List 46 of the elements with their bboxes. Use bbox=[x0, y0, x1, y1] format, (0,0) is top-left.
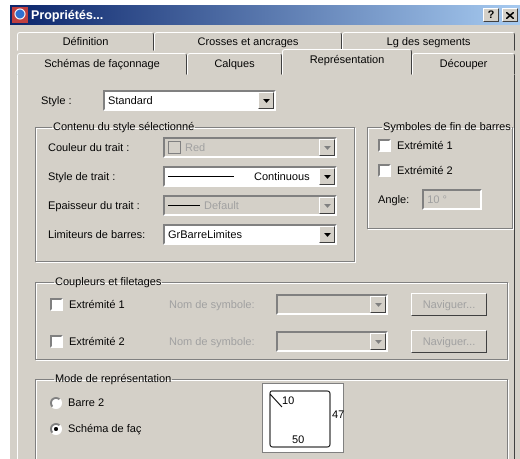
combo-value: Standard bbox=[108, 94, 153, 106]
tab[interactable]: Crosses et ancrages bbox=[154, 32, 342, 51]
hook-length-label: 10 bbox=[282, 395, 294, 407]
line-sample-icon bbox=[168, 204, 200, 207]
checkbox-label: Extrémité 1 bbox=[69, 298, 126, 310]
field-label: Couleur du trait : bbox=[48, 142, 130, 154]
window-title: Propriétés... bbox=[31, 8, 104, 22]
radio-button[interactable] bbox=[50, 423, 62, 435]
bottom-length-label: 50 bbox=[292, 434, 304, 446]
tab[interactable]: Représentation bbox=[282, 49, 412, 75]
angle-label: Angle: bbox=[378, 194, 410, 206]
checkbox-label: Extrémité 2 bbox=[397, 164, 453, 176]
tab[interactable]: Schémas de façonnage bbox=[17, 53, 187, 75]
close-icon[interactable] bbox=[502, 8, 518, 22]
radio-button[interactable] bbox=[50, 397, 62, 409]
style-label: Style : bbox=[40, 94, 73, 106]
dropdown[interactable]: Continuous bbox=[163, 166, 337, 187]
side-length-label: 47 bbox=[332, 409, 344, 421]
checkbox-label: Extrémité 2 bbox=[69, 336, 126, 348]
dropdown[interactable]: GrBarreLimites bbox=[163, 224, 337, 245]
help-button[interactable]: ? bbox=[483, 8, 499, 22]
group-title: Contenu du style sélectionné bbox=[52, 121, 196, 133]
field-label: Epaisseur du trait : bbox=[48, 200, 141, 212]
tab[interactable]: Lg des segments bbox=[342, 32, 515, 51]
field-label: Limiteurs de barres: bbox=[48, 228, 146, 240]
field-label: Style de trait : bbox=[48, 170, 116, 182]
combo-value: Continuous bbox=[254, 170, 310, 182]
tab[interactable]: Découper bbox=[412, 53, 515, 75]
checkbox[interactable] bbox=[378, 139, 391, 152]
app-icon bbox=[12, 7, 28, 23]
radio-label: Barre 2 bbox=[68, 397, 104, 409]
tab[interactable]: Calques bbox=[187, 53, 282, 75]
color-swatch-icon bbox=[168, 141, 181, 154]
tab[interactable]: Définition bbox=[17, 32, 154, 51]
style-dropdown[interactable]: Standard bbox=[103, 90, 276, 111]
bar-shape-drawing bbox=[269, 390, 331, 448]
symbol-dropdown[interactable] bbox=[276, 331, 388, 352]
combo-value: GrBarreLimites bbox=[168, 228, 242, 240]
checkbox-label: Extrémité 1 bbox=[397, 140, 453, 152]
symbol-dropdown[interactable] bbox=[276, 294, 388, 315]
group-title: Symboles de fin de barres bbox=[382, 121, 512, 133]
checkbox[interactable] bbox=[378, 164, 391, 177]
group-title: Mode de représentation bbox=[54, 373, 172, 385]
radio-label: Schéma de faç bbox=[68, 423, 142, 435]
group-title: Coupleurs et filetages bbox=[54, 276, 162, 288]
line-sample-icon bbox=[168, 175, 234, 178]
